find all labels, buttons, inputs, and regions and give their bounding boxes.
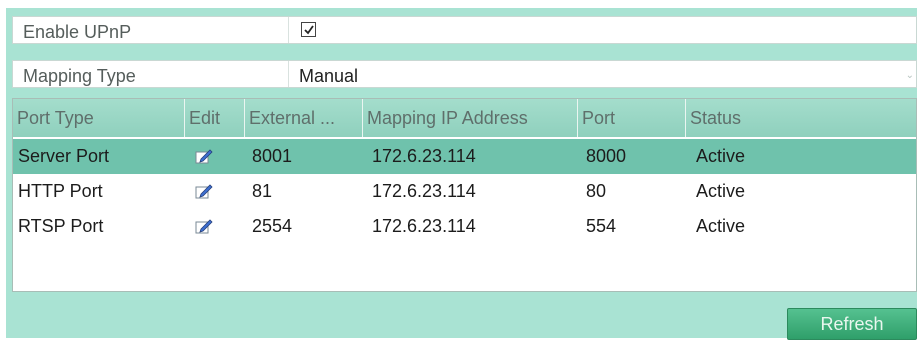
- cell-port-type: Server Port: [18, 146, 110, 166]
- table-row[interactable]: Server Port 8001 172.6.23.114 8000 Activ…: [13, 139, 916, 174]
- refresh-button[interactable]: Refresh: [787, 308, 917, 340]
- cell-status: Active: [696, 146, 746, 166]
- cell-mapping-ip: 172.6.23.114: [372, 146, 476, 166]
- mapping-type-row: Mapping Type Manual ⌄: [12, 60, 917, 88]
- cell-mapping-ip: 172.6.23.114: [372, 216, 476, 236]
- cell-status: Active: [696, 216, 746, 236]
- enable-upnp-label: Enable UPnP: [23, 22, 132, 42]
- mapping-type-select[interactable]: Manual: [299, 66, 358, 87]
- table-header: Port Type Edit External ... Mapping IP A…: [13, 99, 916, 137]
- cell-external-port: 81: [252, 181, 273, 201]
- column-header-external-port[interactable]: External ...: [245, 99, 363, 137]
- column-header-port-type[interactable]: Port Type: [13, 99, 185, 137]
- table-row[interactable]: HTTP Port 81 172.6.23.114 80 Active: [13, 174, 916, 209]
- cell-status: Active: [696, 181, 746, 201]
- cell-port: 8000: [586, 146, 627, 166]
- cell-port-type: RTSP Port: [18, 216, 104, 236]
- checkmark-icon: [304, 25, 314, 35]
- pencil-edit-icon[interactable]: [195, 183, 213, 204]
- row-divider: [288, 17, 289, 43]
- table-row[interactable]: RTSP Port 2554 172.6.23.114 554 Active: [13, 209, 916, 244]
- mapping-type-label: Mapping Type: [23, 66, 136, 86]
- row-divider: [288, 61, 289, 87]
- cell-external-port: 2554: [252, 216, 293, 236]
- enable-upnp-checkbox[interactable]: [301, 22, 316, 37]
- chevron-down-icon[interactable]: ⌄: [906, 70, 914, 81]
- pencil-edit-icon[interactable]: [195, 148, 213, 169]
- column-header-status[interactable]: Status: [686, 99, 917, 137]
- upnp-settings-panel: Enable UPnP Mapping Type Manual ⌄ Port T…: [6, 8, 917, 340]
- cell-external-port: 8001: [252, 146, 293, 166]
- column-header-mapping-ip[interactable]: Mapping IP Address: [363, 99, 578, 137]
- enable-upnp-row: Enable UPnP: [12, 16, 917, 44]
- cell-port-type: HTTP Port: [18, 181, 103, 201]
- column-header-edit[interactable]: Edit: [185, 99, 245, 137]
- cell-mapping-ip: 172.6.23.114: [372, 181, 476, 201]
- cell-port: 554: [586, 216, 617, 236]
- column-header-port[interactable]: Port: [578, 99, 686, 137]
- port-mapping-table: Port Type Edit External ... Mapping IP A…: [12, 98, 917, 292]
- pencil-edit-icon[interactable]: [195, 218, 213, 239]
- cell-port: 80: [586, 181, 607, 201]
